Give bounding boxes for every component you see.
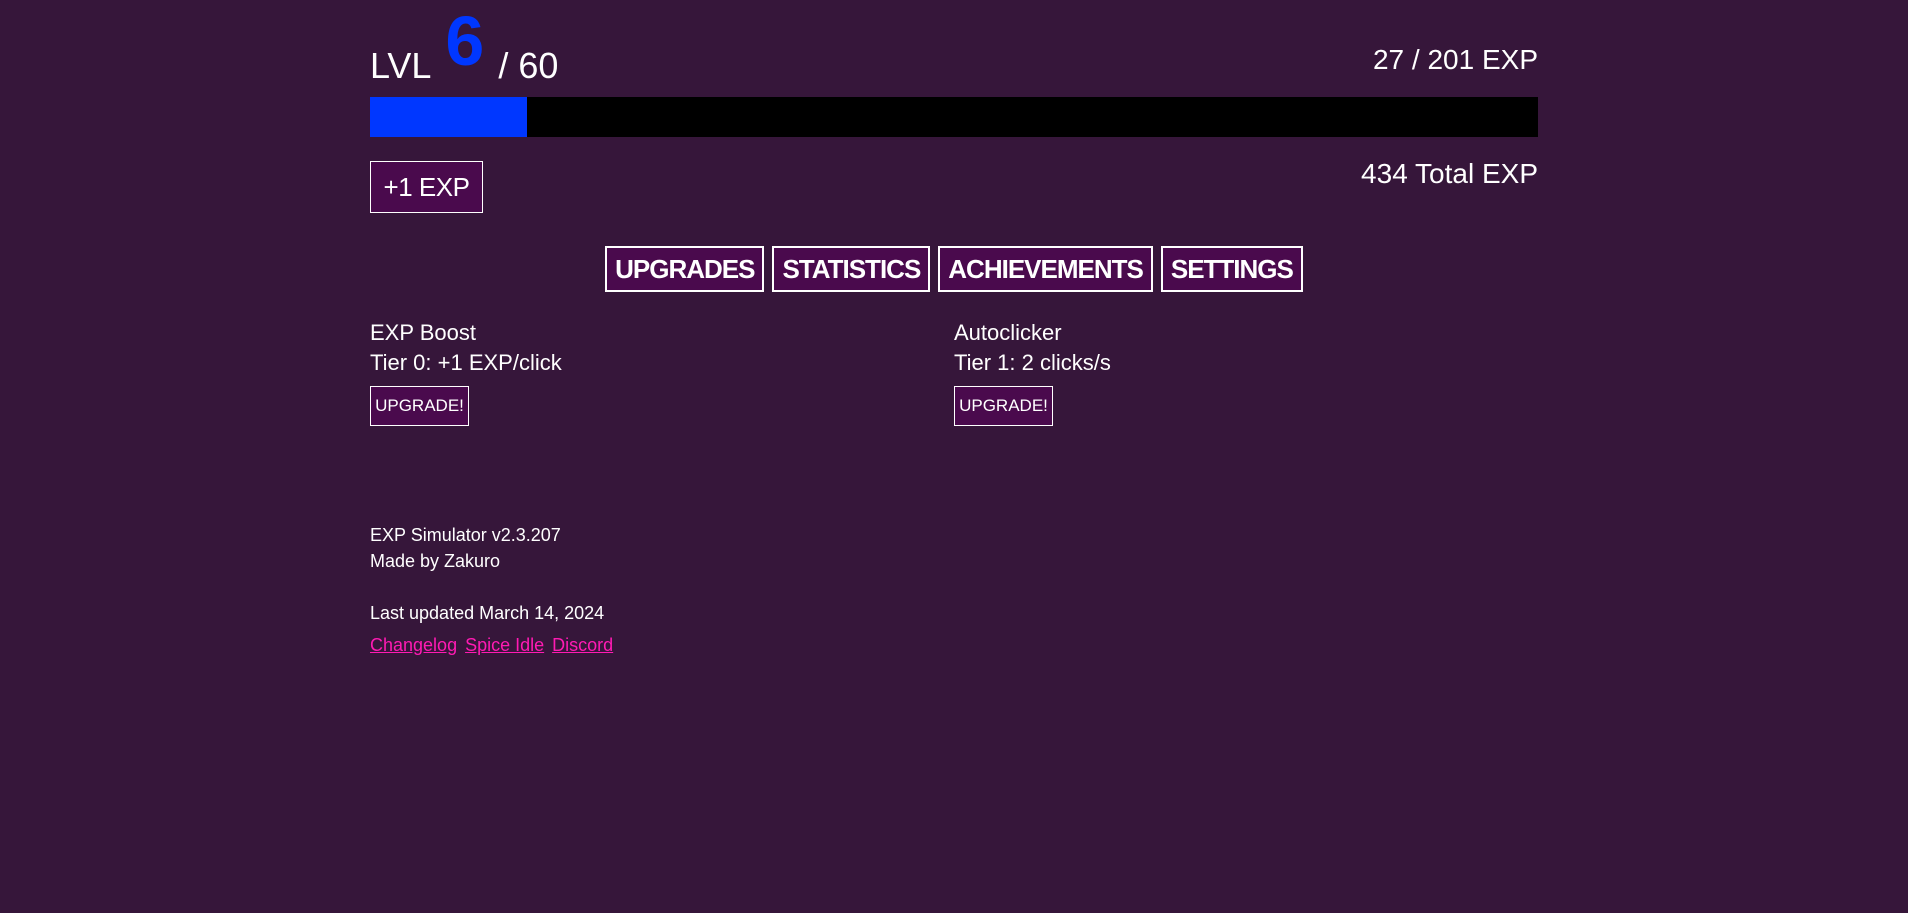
upgrade-autoclicker: Autoclicker Tier 1: 2 clicks/s UPGRADE! <box>954 318 1514 426</box>
exp-progress-fill <box>370 97 527 137</box>
total-exp-text: 434 Total EXP <box>1361 158 1538 189</box>
exp-progress-bar <box>370 97 1538 137</box>
link-changelog[interactable]: Changelog <box>370 632 457 658</box>
level-display: LVL 6 / 60 <box>370 6 559 86</box>
level-number: 6 <box>445 2 485 80</box>
tab-upgrades[interactable]: UPGRADES <box>605 246 765 292</box>
tab-bar: UPGRADES STATISTICS ACHIEVEMENTS SETTING… <box>370 246 1538 292</box>
level-max: / 60 <box>498 45 559 86</box>
main-container: LVL 6 / 60 27 / 201 EXP +1 EXP 434 Total… <box>370 0 1538 655</box>
level-header: LVL 6 / 60 27 / 201 EXP <box>370 0 1538 96</box>
footer-links: Changelog Spice Idle Discord <box>370 632 613 658</box>
upgrade-tier: Tier 0: +1 EXP/click <box>370 350 562 375</box>
footer: EXP Simulator v2.3.207 Made by Zakuro La… <box>370 522 613 658</box>
upgrade-autoclicker-button[interactable]: UPGRADE! <box>954 386 1053 426</box>
link-spice-idle[interactable]: Spice Idle <box>465 632 544 658</box>
upgrade-name: Autoclicker <box>954 320 1062 345</box>
upgrade-exp-boost-button[interactable]: UPGRADE! <box>370 386 469 426</box>
link-discord[interactable]: Discord <box>552 632 613 658</box>
level-prefix: LVL <box>370 45 432 86</box>
upgrade-exp-boost: EXP Boost Tier 0: +1 EXP/click UPGRADE! <box>370 318 930 426</box>
tab-achievements[interactable]: ACHIEVEMENTS <box>938 246 1153 292</box>
tab-statistics[interactable]: STATISTICS <box>772 246 931 292</box>
exp-progress-text: 27 / 201 EXP <box>1372 44 1538 75</box>
tab-settings[interactable]: SETTINGS <box>1160 246 1303 292</box>
author-text: Made by Zakuro <box>370 551 501 571</box>
last-updated-text: Last updated March 14, 2024 <box>370 603 605 623</box>
version-text: EXP Simulator v2.3.207 <box>370 525 561 545</box>
upgrade-name: EXP Boost <box>370 320 476 345</box>
add-exp-button[interactable]: +1 EXP <box>370 161 483 213</box>
upgrade-tier: Tier 1: 2 clicks/s <box>954 350 1111 375</box>
